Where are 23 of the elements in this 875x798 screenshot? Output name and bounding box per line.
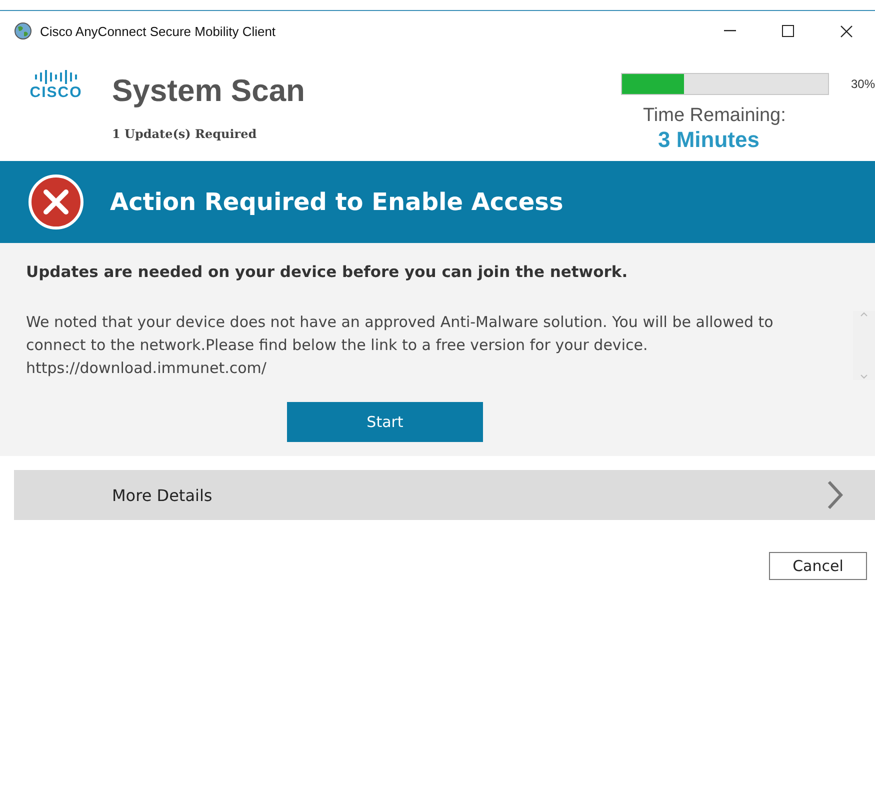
cancel-button[interactable]: Cancel bbox=[769, 552, 867, 580]
content-heading: Updates are needed on your device before you can join the network. bbox=[26, 263, 629, 281]
time-value: 3 Minutes bbox=[658, 127, 760, 153]
window-title: Cisco AnyConnect Secure Mobility Client bbox=[40, 24, 277, 38]
logo-bars-icon bbox=[34, 69, 78, 85]
scroll-up-icon bbox=[860, 311, 868, 317]
start-button[interactable]: Start bbox=[287, 402, 483, 442]
scroll-down-icon bbox=[860, 374, 868, 380]
more-details-row[interactable]: More Details bbox=[14, 470, 875, 520]
message-text: We noted that your device does not have an approved Anti-Malware solution. You will be allowed to connect to the network.Please find below the link to a free version for your device. bbox=[26, 313, 774, 354]
update-count: 1 Update(s) Required bbox=[112, 127, 258, 141]
globe-icon bbox=[14, 22, 32, 40]
maximize-icon bbox=[782, 25, 794, 37]
error-icon bbox=[28, 174, 84, 230]
progress-percent: 30% bbox=[851, 77, 875, 91]
more-details-label: More Details bbox=[112, 486, 212, 504]
logo-text: CISCO bbox=[30, 85, 82, 101]
page-title: System Scan bbox=[112, 73, 306, 109]
close-icon bbox=[840, 24, 852, 38]
minimize-icon bbox=[724, 30, 736, 32]
banner-title: Action Required to Enable Access bbox=[110, 188, 564, 216]
download-link[interactable]: https://download.immunet.com/ bbox=[26, 359, 266, 377]
time-label: Time Remaining: bbox=[643, 105, 786, 127]
